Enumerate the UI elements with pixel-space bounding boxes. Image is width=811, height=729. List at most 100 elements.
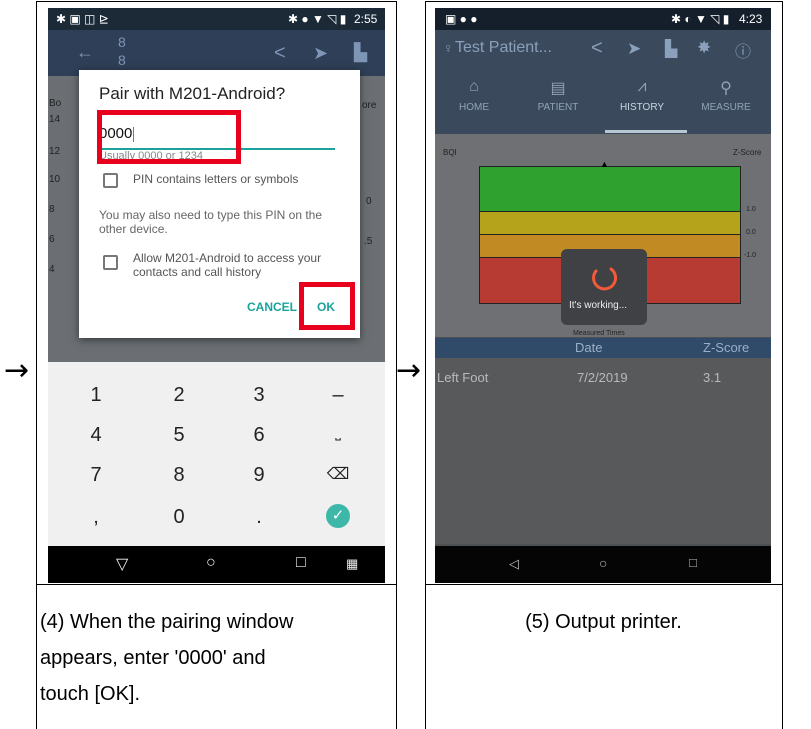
backspace-icon[interactable]: ⌫ (308, 464, 368, 484)
info-icon[interactable]: ⓘ (735, 38, 751, 62)
chart-band-green (479, 166, 741, 212)
nav-bar-2: ◁ ○ □ (435, 546, 771, 583)
gear-icon[interactable]: ✸ (697, 38, 711, 58)
caption-line: touch [OK]. (40, 683, 141, 705)
tab-measure[interactable]: MEASURE (691, 102, 761, 113)
clipboard-icon[interactable]: ▤ (523, 78, 593, 98)
bg-text: 10 (49, 174, 61, 185)
keyboard-switch-icon[interactable]: ▦ (346, 556, 358, 572)
chart-right-label: Z-Score (733, 148, 762, 157)
status-bar: ✱ ▣ ◫ ⊵ ✱ ● ▼ ◹ ▮ 2:55 (48, 8, 385, 30)
nav-recent-icon-2[interactable]: □ (689, 555, 697, 570)
arrow-right-icon-2: → (396, 353, 422, 388)
bg-text: 14 (49, 114, 61, 125)
key-3[interactable]: 3 (229, 384, 289, 407)
nav-home-icon-2[interactable]: ○ (599, 555, 607, 571)
caption-line: (4) When the pairing window (40, 611, 294, 633)
share-icon-2[interactable]: < (591, 37, 603, 60)
device-icon[interactable]: ⚲ (691, 78, 761, 98)
key-5[interactable]: 5 (149, 424, 209, 447)
tab-patient[interactable]: PATIENT (523, 102, 593, 113)
key-4[interactable]: 4 (66, 424, 126, 447)
tick-label: 0.0 (746, 229, 756, 236)
active-tab-indicator (605, 130, 687, 133)
send-icon[interactable]: ➤ (313, 43, 328, 64)
nav-home-icon[interactable]: ○ (206, 554, 216, 572)
cancel-button[interactable]: CANCEL (247, 300, 297, 314)
pin-letters-checkbox[interactable] (103, 173, 118, 188)
cell-border-mid-left (36, 584, 397, 585)
print-icon[interactable]: ▙ (354, 43, 367, 63)
key-period[interactable]: . (229, 506, 289, 529)
tick-label: 1.0 (746, 206, 756, 213)
header-date: Date (575, 340, 603, 355)
status-time: 2:55 (354, 12, 378, 26)
status-left-icons-2: ▣ ● ● (445, 12, 478, 26)
key-1[interactable]: 1 (66, 384, 126, 407)
bg-text: .5 (364, 236, 373, 247)
status-right-icons: ✱ ● ▼ ◹ ▮ (288, 12, 347, 26)
share-icon[interactable]: < (274, 42, 286, 65)
back-arrow-icon[interactable]: ← (76, 42, 94, 63)
history-table: Left Foot 7/2/2019 3.1 (435, 358, 771, 544)
key-9[interactable]: 9 (229, 464, 289, 487)
row-date: 7/2/2019 (577, 370, 628, 385)
chart-band-yellow (479, 211, 741, 235)
numeric-keypad: 1 2 3 – 4 5 6 ⎵ 7 8 9 ⌫ , 0 . ✓ (48, 362, 385, 546)
spinner-icon (592, 267, 618, 291)
chart-x-caption: Measured Times (573, 330, 625, 337)
status-right-icons-2: ✱ ◐ ▼ ◹ ▮ (671, 12, 730, 26)
cell-border-right (782, 1, 783, 729)
appbar-number: 8 (118, 34, 126, 50)
tab-home[interactable]: HOME (439, 102, 509, 113)
phone-printing-screen: ▣ ● ● ✱ ◐ ▼ ◹ ▮ 4:23 ♀ Test Patient... <… (435, 8, 771, 583)
nav-back-icon[interactable]: ▽ (116, 554, 128, 574)
allow-access-checkbox[interactable] (103, 255, 118, 270)
bg-text: 12 (49, 146, 61, 157)
cell-border-top-right (425, 1, 783, 2)
print-icon-2[interactable]: ▙ (665, 39, 677, 59)
key-2[interactable]: 2 (149, 384, 209, 407)
bg-text: 6 (49, 234, 55, 245)
key-0[interactable]: 0 (149, 506, 209, 529)
tab-history[interactable]: HISTORY (607, 102, 677, 113)
key-comma[interactable]: , (66, 506, 126, 529)
dialog-note: You may also need to type this PIN on th… (99, 208, 323, 236)
trend-chart-icon[interactable]: ⩘ (607, 78, 677, 96)
send-icon-2[interactable]: ➤ (627, 39, 641, 59)
allow-access-label: Allow M201-Android to access your contac… (133, 251, 322, 279)
ok-highlight-box (299, 282, 355, 330)
arrow-right-icon: → (4, 353, 30, 388)
pin-highlight-box (97, 110, 241, 164)
progress-dialog: It's working... (561, 249, 647, 325)
nav-recent-icon[interactable]: □ (296, 554, 306, 572)
caption-line: appears, enter '0000' and (40, 647, 266, 669)
status-time-2: 4:23 (739, 12, 763, 26)
home-icon[interactable]: ⌂ (439, 78, 509, 96)
row-site: Left Foot (437, 370, 489, 385)
chart-left-label: BQI (443, 148, 457, 157)
key-6[interactable]: 6 (229, 424, 289, 447)
phone-pairing-screen: ✱ ▣ ◫ ⊵ ✱ ● ▼ ◹ ▮ 2:55 ← 8 8 < ➤ ▙ Bo 14… (48, 8, 385, 583)
chart-marker-icon: ▲ (600, 159, 609, 169)
patient-name[interactable]: Test Patient... (455, 39, 552, 57)
done-check-icon[interactable]: ✓ (326, 504, 350, 528)
bg-text: ore (362, 100, 377, 111)
cell-border-left (36, 1, 37, 729)
app-bar-2: ♀ Test Patient... < ➤ ▙ ✸ ⓘ ⌂ HOME ▤ PAT… (435, 30, 771, 134)
row-zscore: 3.1 (703, 370, 722, 385)
loader-text: It's working... (569, 300, 628, 311)
history-table-header: Date Z-Score (435, 338, 771, 358)
key-8[interactable]: 8 (149, 464, 209, 487)
bg-text: 0 (366, 196, 372, 207)
key-minus[interactable]: – (308, 384, 368, 407)
step5-caption: (5) Output printer. (525, 611, 682, 633)
appbar-number-2: 8 (118, 52, 126, 68)
step4-caption: (4) When the pairing window appears, ent… (40, 604, 392, 712)
status-bar-2: ▣ ● ● ✱ ◐ ▼ ◹ ▮ 4:23 (435, 8, 771, 30)
nav-back-icon-2[interactable]: ◁ (509, 556, 519, 572)
bg-text: 4 (49, 264, 55, 275)
cell-border-mid-right (425, 584, 783, 585)
space-key-icon[interactable]: ⎵ (308, 424, 368, 441)
key-7[interactable]: 7 (66, 464, 126, 487)
